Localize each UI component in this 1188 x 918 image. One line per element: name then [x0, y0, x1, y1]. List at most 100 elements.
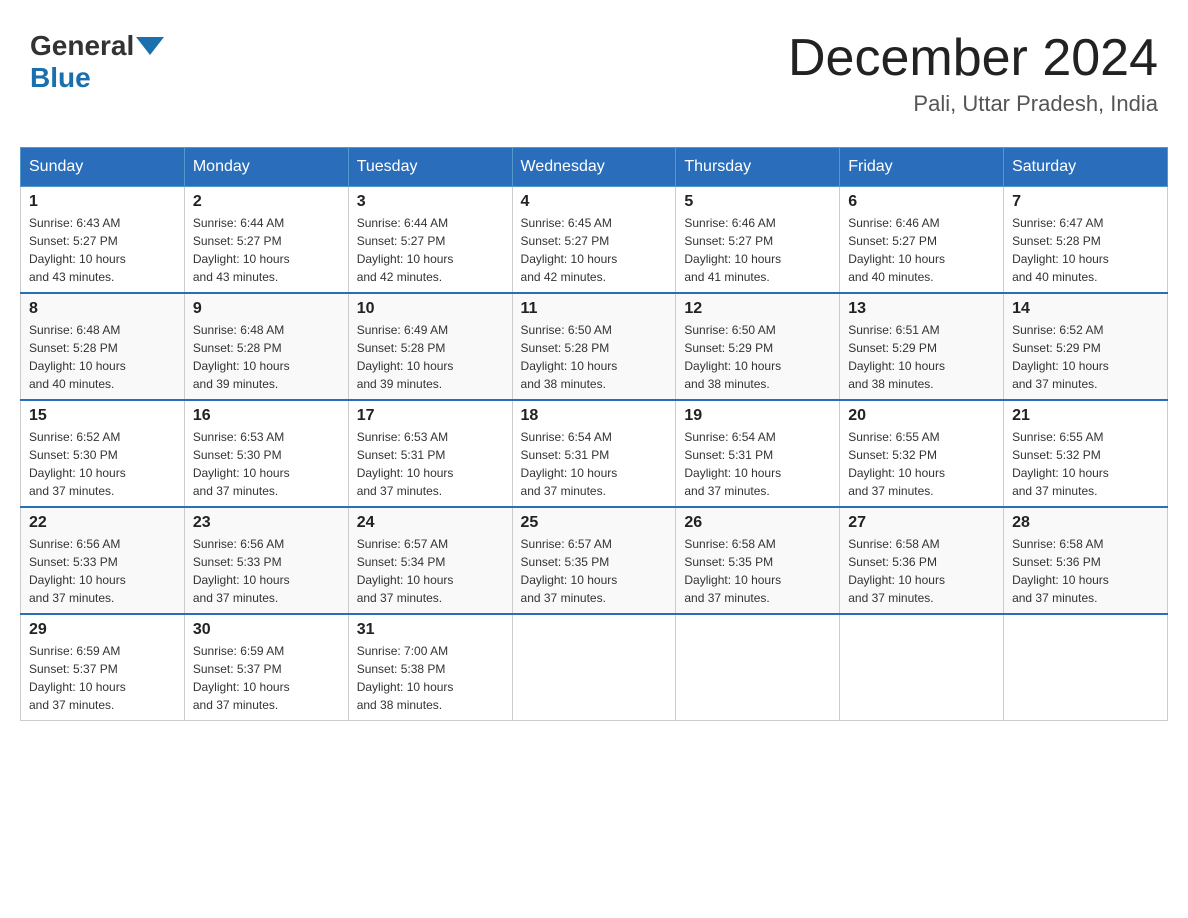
table-row: 27 Sunrise: 6:58 AM Sunset: 5:36 PM Dayl…	[840, 507, 1004, 614]
table-row: 25 Sunrise: 6:57 AM Sunset: 5:35 PM Dayl…	[512, 507, 676, 614]
day-number: 1	[29, 193, 176, 211]
day-number: 9	[193, 300, 340, 318]
day-info: Sunrise: 6:56 AM Sunset: 5:33 PM Dayligh…	[29, 535, 176, 607]
day-info: Sunrise: 6:55 AM Sunset: 5:32 PM Dayligh…	[848, 428, 995, 500]
day-number: 31	[357, 621, 504, 639]
day-number: 28	[1012, 514, 1159, 532]
table-row: 28 Sunrise: 6:58 AM Sunset: 5:36 PM Dayl…	[1004, 507, 1168, 614]
table-row: 14 Sunrise: 6:52 AM Sunset: 5:29 PM Dayl…	[1004, 293, 1168, 400]
day-info: Sunrise: 6:54 AM Sunset: 5:31 PM Dayligh…	[684, 428, 831, 500]
title-section: December 2024 Pali, Uttar Pradesh, India	[788, 30, 1158, 117]
table-row: 9 Sunrise: 6:48 AM Sunset: 5:28 PM Dayli…	[184, 293, 348, 400]
day-number: 12	[684, 300, 831, 318]
table-row: 24 Sunrise: 6:57 AM Sunset: 5:34 PM Dayl…	[348, 507, 512, 614]
day-info: Sunrise: 6:51 AM Sunset: 5:29 PM Dayligh…	[848, 321, 995, 393]
day-info: Sunrise: 7:00 AM Sunset: 5:38 PM Dayligh…	[357, 642, 504, 714]
col-monday: Monday	[184, 148, 348, 187]
day-info: Sunrise: 6:55 AM Sunset: 5:32 PM Dayligh…	[1012, 428, 1159, 500]
day-info: Sunrise: 6:59 AM Sunset: 5:37 PM Dayligh…	[29, 642, 176, 714]
table-row: 2 Sunrise: 6:44 AM Sunset: 5:27 PM Dayli…	[184, 187, 348, 294]
location-subtitle: Pali, Uttar Pradesh, India	[788, 91, 1158, 117]
table-row: 6 Sunrise: 6:46 AM Sunset: 5:27 PM Dayli…	[840, 187, 1004, 294]
day-number: 29	[29, 621, 176, 639]
table-row	[1004, 614, 1168, 721]
month-title: December 2024	[788, 30, 1158, 87]
table-row: 22 Sunrise: 6:56 AM Sunset: 5:33 PM Dayl…	[21, 507, 185, 614]
day-info: Sunrise: 6:46 AM Sunset: 5:27 PM Dayligh…	[684, 214, 831, 286]
col-thursday: Thursday	[676, 148, 840, 187]
day-info: Sunrise: 6:46 AM Sunset: 5:27 PM Dayligh…	[848, 214, 995, 286]
calendar-table: Sunday Monday Tuesday Wednesday Thursday…	[20, 147, 1168, 721]
day-info: Sunrise: 6:43 AM Sunset: 5:27 PM Dayligh…	[29, 214, 176, 286]
table-row: 7 Sunrise: 6:47 AM Sunset: 5:28 PM Dayli…	[1004, 187, 1168, 294]
day-number: 27	[848, 514, 995, 532]
day-info: Sunrise: 6:58 AM Sunset: 5:35 PM Dayligh…	[684, 535, 831, 607]
calendar-row: 15 Sunrise: 6:52 AM Sunset: 5:30 PM Dayl…	[21, 400, 1168, 507]
table-row: 30 Sunrise: 6:59 AM Sunset: 5:37 PM Dayl…	[184, 614, 348, 721]
table-row	[840, 614, 1004, 721]
day-number: 16	[193, 407, 340, 425]
day-number: 2	[193, 193, 340, 211]
col-tuesday: Tuesday	[348, 148, 512, 187]
day-info: Sunrise: 6:58 AM Sunset: 5:36 PM Dayligh…	[1012, 535, 1159, 607]
day-number: 20	[848, 407, 995, 425]
table-row	[512, 614, 676, 721]
day-info: Sunrise: 6:47 AM Sunset: 5:28 PM Dayligh…	[1012, 214, 1159, 286]
day-info: Sunrise: 6:48 AM Sunset: 5:28 PM Dayligh…	[193, 321, 340, 393]
table-row: 3 Sunrise: 6:44 AM Sunset: 5:27 PM Dayli…	[348, 187, 512, 294]
day-number: 5	[684, 193, 831, 211]
day-number: 25	[521, 514, 668, 532]
calendar-row: 29 Sunrise: 6:59 AM Sunset: 5:37 PM Dayl…	[21, 614, 1168, 721]
table-row: 8 Sunrise: 6:48 AM Sunset: 5:28 PM Dayli…	[21, 293, 185, 400]
table-row	[676, 614, 840, 721]
logo-triangle-icon	[136, 37, 164, 55]
day-number: 10	[357, 300, 504, 318]
col-saturday: Saturday	[1004, 148, 1168, 187]
calendar-row: 8 Sunrise: 6:48 AM Sunset: 5:28 PM Dayli…	[21, 293, 1168, 400]
day-number: 26	[684, 514, 831, 532]
day-info: Sunrise: 6:58 AM Sunset: 5:36 PM Dayligh…	[848, 535, 995, 607]
table-row: 15 Sunrise: 6:52 AM Sunset: 5:30 PM Dayl…	[21, 400, 185, 507]
table-row: 1 Sunrise: 6:43 AM Sunset: 5:27 PM Dayli…	[21, 187, 185, 294]
day-info: Sunrise: 6:52 AM Sunset: 5:29 PM Dayligh…	[1012, 321, 1159, 393]
day-number: 11	[521, 300, 668, 318]
day-number: 8	[29, 300, 176, 318]
day-number: 23	[193, 514, 340, 532]
day-info: Sunrise: 6:54 AM Sunset: 5:31 PM Dayligh…	[521, 428, 668, 500]
page-header: General Blue December 2024 Pali, Uttar P…	[20, 20, 1168, 127]
day-number: 15	[29, 407, 176, 425]
day-number: 21	[1012, 407, 1159, 425]
table-row: 12 Sunrise: 6:50 AM Sunset: 5:29 PM Dayl…	[676, 293, 840, 400]
table-row: 16 Sunrise: 6:53 AM Sunset: 5:30 PM Dayl…	[184, 400, 348, 507]
table-row: 20 Sunrise: 6:55 AM Sunset: 5:32 PM Dayl…	[840, 400, 1004, 507]
logo: General Blue	[30, 30, 166, 94]
day-info: Sunrise: 6:45 AM Sunset: 5:27 PM Dayligh…	[521, 214, 668, 286]
day-number: 22	[29, 514, 176, 532]
day-number: 13	[848, 300, 995, 318]
col-sunday: Sunday	[21, 148, 185, 187]
table-row: 11 Sunrise: 6:50 AM Sunset: 5:28 PM Dayl…	[512, 293, 676, 400]
calendar-row: 1 Sunrise: 6:43 AM Sunset: 5:27 PM Dayli…	[21, 187, 1168, 294]
day-number: 19	[684, 407, 831, 425]
day-info: Sunrise: 6:56 AM Sunset: 5:33 PM Dayligh…	[193, 535, 340, 607]
day-info: Sunrise: 6:50 AM Sunset: 5:28 PM Dayligh…	[521, 321, 668, 393]
col-wednesday: Wednesday	[512, 148, 676, 187]
day-info: Sunrise: 6:57 AM Sunset: 5:34 PM Dayligh…	[357, 535, 504, 607]
table-row: 19 Sunrise: 6:54 AM Sunset: 5:31 PM Dayl…	[676, 400, 840, 507]
day-number: 24	[357, 514, 504, 532]
table-row: 29 Sunrise: 6:59 AM Sunset: 5:37 PM Dayl…	[21, 614, 185, 721]
logo-general-text: General	[30, 30, 134, 62]
logo-blue-text: Blue	[30, 62, 91, 93]
day-number: 18	[521, 407, 668, 425]
table-row: 26 Sunrise: 6:58 AM Sunset: 5:35 PM Dayl…	[676, 507, 840, 614]
day-info: Sunrise: 6:53 AM Sunset: 5:31 PM Dayligh…	[357, 428, 504, 500]
day-info: Sunrise: 6:52 AM Sunset: 5:30 PM Dayligh…	[29, 428, 176, 500]
day-number: 17	[357, 407, 504, 425]
day-info: Sunrise: 6:50 AM Sunset: 5:29 PM Dayligh…	[684, 321, 831, 393]
day-number: 14	[1012, 300, 1159, 318]
table-row: 21 Sunrise: 6:55 AM Sunset: 5:32 PM Dayl…	[1004, 400, 1168, 507]
table-row: 18 Sunrise: 6:54 AM Sunset: 5:31 PM Dayl…	[512, 400, 676, 507]
table-row: 4 Sunrise: 6:45 AM Sunset: 5:27 PM Dayli…	[512, 187, 676, 294]
table-row: 5 Sunrise: 6:46 AM Sunset: 5:27 PM Dayli…	[676, 187, 840, 294]
day-number: 4	[521, 193, 668, 211]
